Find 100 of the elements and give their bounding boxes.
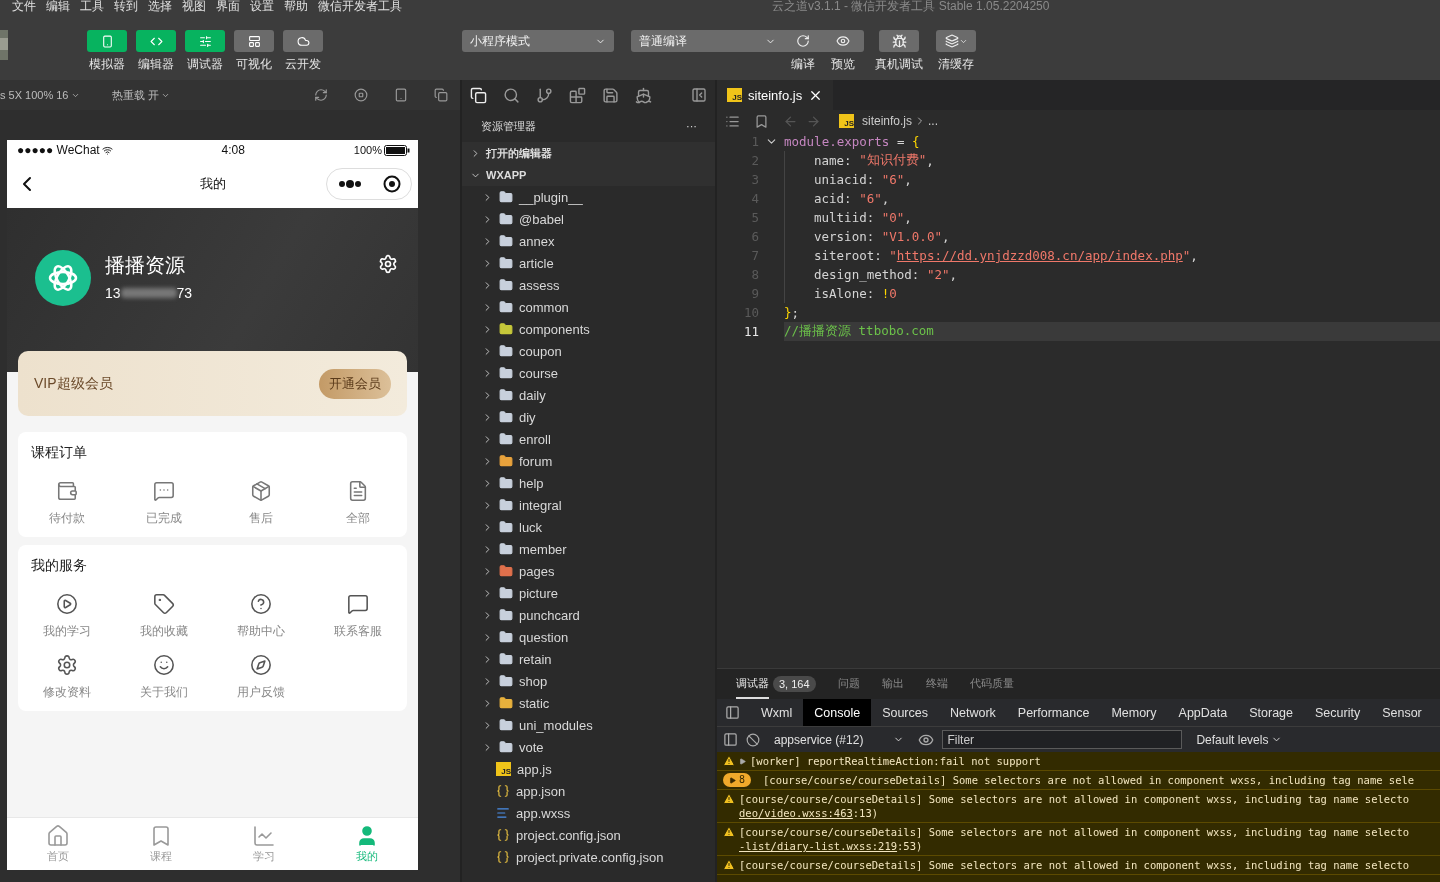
devtools-tab[interactable]: Network bbox=[939, 699, 1007, 726]
refresh-icon[interactable] bbox=[314, 88, 328, 102]
wallet-icon[interactable] bbox=[55, 480, 78, 502]
menu-item[interactable]: 设置 bbox=[250, 0, 274, 12]
folder-name[interactable]: help bbox=[519, 475, 544, 491]
menu-item[interactable]: 视图 bbox=[182, 0, 206, 12]
chart-icon[interactable] bbox=[251, 824, 276, 848]
devtools-tab[interactable]: Security bbox=[1304, 699, 1372, 726]
compile-select[interactable]: 普通编译 bbox=[631, 30, 784, 52]
hot-reload-toggle[interactable]: 热重载 开 bbox=[111, 87, 170, 103]
help-icon[interactable] bbox=[250, 593, 273, 615]
source-link[interactable]: -list/diary-list.wxss:219 bbox=[739, 840, 898, 852]
folder-name[interactable]: member bbox=[519, 541, 567, 557]
folder-name[interactable]: pages bbox=[519, 563, 555, 579]
package-icon[interactable] bbox=[250, 480, 273, 502]
menu-label[interactable]: 售后 bbox=[249, 510, 274, 527]
stop-icon[interactable] bbox=[354, 88, 368, 102]
devtools-tab[interactable]: Memory bbox=[1100, 699, 1168, 726]
devtools-tab[interactable]: AppData bbox=[1167, 699, 1239, 726]
menu-label[interactable]: 用户反馈 bbox=[237, 684, 286, 701]
menu-label[interactable]: 联系客服 bbox=[334, 623, 383, 640]
folder-name[interactable]: components bbox=[519, 321, 590, 337]
folder-name[interactable]: course bbox=[519, 365, 559, 381]
files-icon[interactable] bbox=[470, 86, 487, 104]
devtools-tab[interactable]: Console bbox=[803, 699, 872, 726]
message-icon[interactable] bbox=[347, 593, 370, 615]
context-select[interactable]: appservice (#12) bbox=[768, 732, 911, 747]
breadcrumb[interactable]: siteinfo.js bbox=[862, 114, 913, 128]
bookmark-icon[interactable] bbox=[754, 113, 769, 129]
outline-icon[interactable] bbox=[725, 113, 740, 129]
menu-label[interactable]: 我的收藏 bbox=[139, 623, 188, 640]
project-header[interactable]: WXAPP bbox=[486, 169, 527, 181]
menu-label[interactable]: 已完成 bbox=[145, 510, 182, 527]
file-name[interactable]: app.wxss bbox=[516, 805, 571, 821]
sidebar-icon[interactable] bbox=[723, 732, 738, 747]
filter-field[interactable]: Filter bbox=[942, 730, 1183, 749]
menu-item[interactable]: 文件 bbox=[12, 0, 36, 12]
chat-icon[interactable] bbox=[152, 480, 175, 502]
play-icon[interactable] bbox=[55, 593, 78, 615]
capsule-menu[interactable] bbox=[326, 168, 412, 200]
preview-button[interactable] bbox=[822, 30, 864, 52]
menu-item[interactable]: 选择 bbox=[148, 0, 172, 12]
folder-name[interactable]: forum bbox=[519, 453, 553, 469]
code-link[interactable]: https://dd.ynjdzzd008.cn/app/index.php bbox=[896, 248, 1183, 263]
compass-icon[interactable] bbox=[250, 654, 273, 676]
file-name[interactable]: project.private.config.json bbox=[516, 849, 664, 865]
devtools-tab[interactable]: Storage bbox=[1238, 699, 1304, 726]
folder-name[interactable]: luck bbox=[519, 519, 543, 535]
folder-name[interactable]: diy bbox=[519, 409, 536, 425]
menu-item[interactable]: 微信开发者工具 bbox=[318, 0, 402, 12]
menu-label[interactable]: 我的学习 bbox=[42, 623, 91, 640]
count-badge[interactable]: 8 bbox=[723, 773, 752, 787]
folder-name[interactable]: shop bbox=[519, 673, 548, 689]
folder-name[interactable]: question bbox=[519, 629, 569, 645]
folder-name[interactable]: common bbox=[519, 299, 569, 315]
folder-name[interactable]: integral bbox=[519, 497, 562, 513]
clear-icon[interactable] bbox=[746, 732, 760, 747]
collapse-icon[interactable] bbox=[691, 87, 707, 103]
folder-name[interactable]: daily bbox=[519, 387, 546, 403]
file-name[interactable]: app.js bbox=[517, 761, 552, 777]
folder-name[interactable]: vote bbox=[519, 739, 544, 755]
panel-tab[interactable]: 问题 bbox=[837, 669, 860, 699]
file-name[interactable]: app.json bbox=[516, 783, 566, 799]
section-header[interactable]: 打开的编辑器 bbox=[486, 145, 552, 161]
folder-name[interactable]: annex bbox=[519, 233, 555, 249]
extensions-icon[interactable] bbox=[569, 86, 586, 104]
levels-select[interactable]: Default levels bbox=[1190, 731, 1289, 748]
menu-label[interactable]: 全部 bbox=[346, 510, 371, 527]
breadcrumb[interactable]: ... bbox=[928, 114, 939, 128]
settings-icon[interactable] bbox=[55, 654, 78, 676]
boat-icon[interactable] bbox=[635, 86, 652, 104]
menu-item[interactable]: 界面 bbox=[216, 0, 240, 12]
folder-name[interactable]: __plugin__ bbox=[519, 189, 583, 205]
file-name[interactable]: project.config.json bbox=[516, 827, 621, 843]
folder-name[interactable]: coupon bbox=[519, 343, 562, 359]
join-button[interactable]: 开通会员 bbox=[319, 368, 391, 399]
search-icon[interactable] bbox=[503, 86, 520, 104]
panel-tab[interactable]: 输出 bbox=[881, 669, 904, 699]
devtools-tab[interactable]: Sensor bbox=[1371, 699, 1433, 726]
folder-name[interactable]: retain bbox=[519, 651, 552, 667]
toolbar-button[interactable] bbox=[234, 30, 274, 52]
folder-name[interactable]: article bbox=[519, 255, 554, 271]
devtools-tab[interactable]: Sources bbox=[871, 699, 939, 726]
expand-icon[interactable] bbox=[739, 758, 746, 765]
panel-tab[interactable]: 终端 bbox=[925, 669, 948, 699]
menu-label[interactable]: 待付款 bbox=[48, 510, 85, 527]
folder-name[interactable]: @babel bbox=[519, 211, 564, 227]
smile-icon[interactable] bbox=[152, 654, 175, 676]
debug-button[interactable] bbox=[879, 30, 919, 52]
menu-item[interactable]: 编辑 bbox=[46, 0, 70, 12]
source-link[interactable]: deo/video.wxss:463 bbox=[739, 807, 853, 819]
folder-name[interactable]: picture bbox=[519, 585, 559, 601]
menu-item[interactable]: 帮助 bbox=[284, 0, 308, 12]
window-icon[interactable] bbox=[434, 88, 448, 102]
panel-tab[interactable]: 代码质量 bbox=[969, 669, 1014, 699]
folder-name[interactable]: punchcard bbox=[519, 607, 580, 623]
menu-label[interactable]: 修改资料 bbox=[42, 684, 91, 701]
folder-name[interactable]: assess bbox=[519, 277, 560, 293]
toolbar-button[interactable] bbox=[283, 30, 323, 52]
editor-tab[interactable]: JS siteinfo.js bbox=[717, 80, 834, 110]
